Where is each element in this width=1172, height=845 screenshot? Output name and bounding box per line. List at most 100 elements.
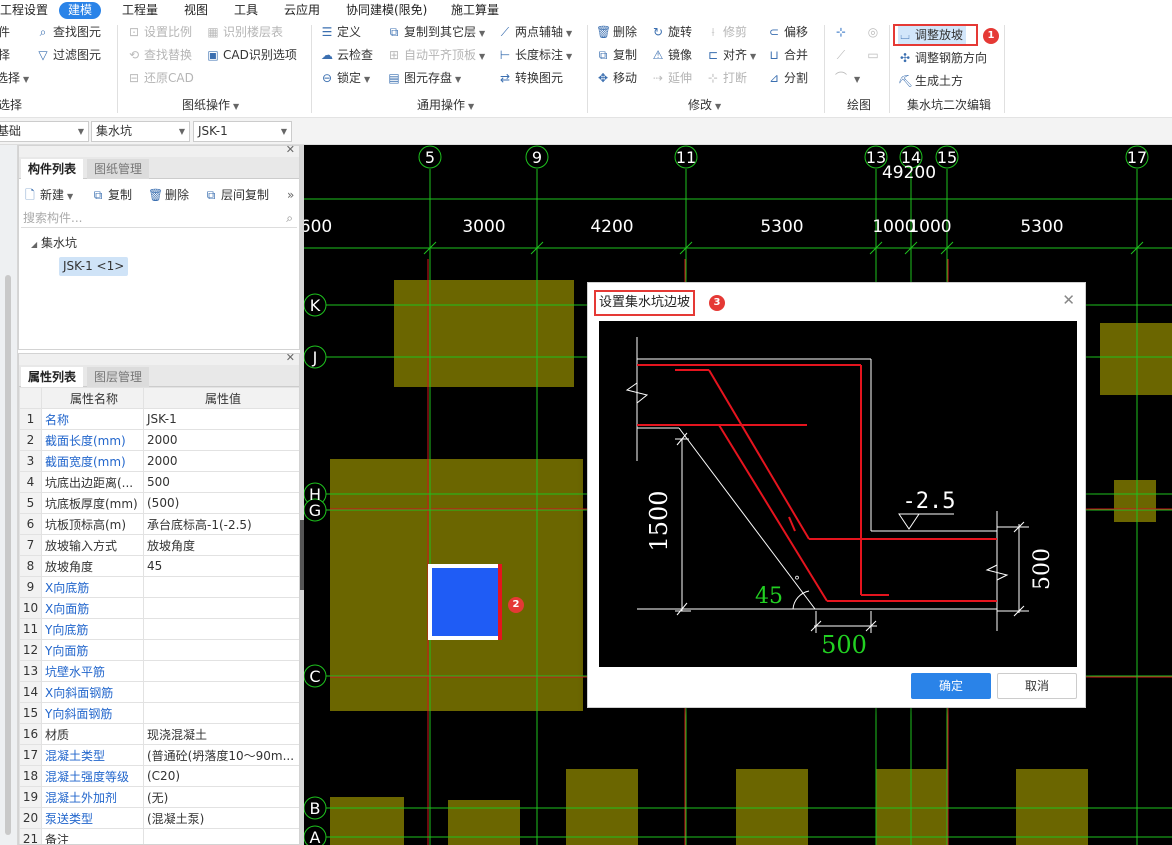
property-row[interactable]: 20 泵送类型 (混凝土泵) — [19, 807, 299, 829]
delete-button[interactable]: 🗑 删除 — [596, 23, 637, 41]
tree-leaf-jsk1[interactable]: JSK-1 <1> — [59, 257, 129, 276]
two-point-axis-button[interactable]: ⟋ 两点辅轴 ▼ — [498, 23, 572, 41]
property-value[interactable]: 现浇混凝土 — [143, 723, 299, 745]
tree-node-pit[interactable]: ◢ 集水坑 — [31, 234, 77, 251]
tab-drawing-management[interactable]: 图纸管理 — [87, 159, 150, 179]
tab-property-list[interactable]: 属性列表 — [21, 367, 84, 387]
property-value[interactable] — [143, 681, 299, 703]
property-row[interactable]: 3 截面宽度(mm) 2000 — [19, 450, 299, 472]
find-element-button[interactable]: ⌕ 查找图元 — [36, 23, 101, 41]
lock-button[interactable]: ⊖ 锁定 ▼ — [320, 69, 370, 87]
copy-to-other-floor-button[interactable]: ⧉ 复制到其它层 ▼ — [387, 23, 485, 41]
property-value[interactable]: (普通砼(坍落度10～90m... — [143, 744, 299, 766]
property-value[interactable] — [143, 639, 299, 661]
restore-cad-button[interactable]: ⊟ 还原CAD — [127, 69, 194, 87]
property-value[interactable]: 45 — [143, 555, 299, 577]
cloud-check-button[interactable]: ☁ 云检查 — [320, 46, 373, 64]
new-component-button[interactable]: 🗋 新建 ▼ — [23, 186, 73, 204]
property-row[interactable]: 10 X向面筋 — [19, 597, 299, 619]
menu-project-settings[interactable]: 工程设置 — [0, 2, 48, 19]
ok-button[interactable]: 确定 — [911, 673, 991, 699]
identify-floor-table-button[interactable]: ▦ 识别楼层表 — [206, 23, 283, 41]
property-row[interactable]: 18 混凝土强度等级 (C20) — [19, 765, 299, 787]
generate-earthwork-button[interactable]: ⛏ 生成土方 — [898, 72, 963, 90]
rectangle-draw-icon[interactable]: ▭ — [866, 46, 883, 64]
property-value[interactable]: (混凝土泵) — [143, 807, 299, 829]
align-button[interactable]: ⊏ 对齐 ▼ — [706, 46, 756, 64]
property-value[interactable] — [143, 828, 299, 844]
extend-button[interactable]: ⇢ 延伸 — [651, 69, 692, 87]
menu-tools[interactable]: 工具 — [234, 2, 258, 19]
selected-pit[interactable] — [428, 564, 502, 640]
property-value[interactable]: (500) — [143, 492, 299, 514]
property-row[interactable]: 13 坑壁水平筋 — [19, 660, 299, 682]
property-row[interactable]: 16 材质 现浇混凝土 — [19, 723, 299, 745]
element-select[interactable]: JSK-1 ▼ — [193, 121, 292, 142]
scrollbar-thumb[interactable] — [5, 275, 11, 835]
delete-component-button[interactable]: 🗑 删除 — [148, 186, 189, 204]
point-draw-icon[interactable]: ⊹ — [834, 23, 851, 41]
property-value[interactable]: (无) — [143, 786, 299, 808]
search-input[interactable]: 搜索构件... ⌕ — [21, 208, 297, 228]
offset-button[interactable]: ⊂ 偏移 — [767, 23, 808, 41]
menu-modeling[interactable]: 建模 — [59, 2, 102, 19]
split-button[interactable]: ⊿ 分割 — [767, 69, 808, 87]
close-icon[interactable]: ✕ — [1062, 291, 1075, 309]
rotate-button[interactable]: ↻ 旋转 — [651, 23, 692, 41]
move-button[interactable]: ✥ 移动 — [596, 69, 637, 87]
property-value[interactable]: JSK-1 — [143, 408, 299, 430]
property-row[interactable]: 7 放坡输入方式 放坡角度 — [19, 534, 299, 556]
property-row[interactable]: 19 混凝土外加剂 (无) — [19, 786, 299, 808]
save-element-button[interactable]: ▤ 图元存盘 ▼ — [387, 69, 461, 87]
auto-align-top-button[interactable]: ⊞ 自动平齐顶板 ▼ — [387, 46, 485, 64]
cad-options-button[interactable]: ▣ CAD识别选项 — [206, 46, 297, 64]
property-row[interactable]: 2 截面长度(mm) 2000 — [19, 429, 299, 451]
category-select[interactable]: 集水坑 ▼ — [91, 121, 190, 142]
adjust-rebar-direction-button[interactable]: ✣ 调整钢筋方向 — [898, 49, 987, 67]
copy-button[interactable]: ⧉ 复制 — [596, 46, 637, 64]
convert-element-button[interactable]: ⇄ 转换图元 — [498, 69, 563, 87]
mirror-button[interactable]: ⚠ 镜像 — [651, 46, 692, 64]
cancel-button[interactable]: 取消 — [997, 673, 1077, 699]
rotate-point-icon[interactable]: ◎ — [866, 23, 883, 41]
property-row[interactable]: 5 坑底板厚度(mm) (500) — [19, 492, 299, 514]
menu-quantity[interactable]: 工程量 — [122, 2, 158, 19]
property-row[interactable]: 15 Y向斜面钢筋 — [19, 702, 299, 724]
property-row[interactable]: 1 名称 JSK-1 — [19, 408, 299, 430]
ribbon-select-item[interactable]: 择 — [0, 46, 10, 64]
arc-draw-icon[interactable]: ⌒ ▼ — [834, 69, 860, 87]
property-row[interactable]: 17 混凝土类型 (普通砼(坍落度10～90m... — [19, 744, 299, 766]
property-row[interactable]: 21 备注 — [19, 828, 299, 844]
property-row[interactable]: 14 X向斜面钢筋 — [19, 681, 299, 703]
property-row[interactable]: 6 坑板顶标高(m) 承台底标高-1(-2.5) — [19, 513, 299, 535]
trim-button[interactable]: ⟊ 修剪 — [706, 23, 747, 41]
property-value[interactable] — [143, 618, 299, 640]
property-row[interactable]: 9 X向底筋 — [19, 576, 299, 598]
floor-copy-button[interactable]: ⧉ 层间复制 — [204, 186, 269, 204]
property-value[interactable]: (C20) — [143, 765, 299, 787]
property-row[interactable]: 4 坑底出边距离(... 500 — [19, 471, 299, 493]
property-value[interactable]: 2000 — [143, 450, 299, 472]
property-row[interactable]: 8 放坡角度 45 — [19, 555, 299, 577]
property-row[interactable]: 12 Y向面筋 — [19, 639, 299, 661]
property-value[interactable]: 承台底标高-1(-2.5) — [143, 513, 299, 535]
break-button[interactable]: ⊹ 打断 — [706, 69, 747, 87]
floor-select[interactable]: 基础 ▼ — [0, 121, 89, 142]
property-value[interactable] — [143, 660, 299, 682]
line-draw-icon[interactable]: ⟋ — [834, 46, 851, 64]
property-value[interactable] — [143, 576, 299, 598]
menu-cloud[interactable]: 云应用 — [284, 2, 320, 19]
close-icon[interactable]: ✕ — [286, 354, 295, 364]
set-scale-button[interactable]: ⊡ 设置比例 — [127, 23, 192, 41]
more-tools-icon[interactable]: » — [287, 186, 294, 204]
merge-button[interactable]: ⊔ 合并 — [767, 46, 808, 64]
copy-component-button[interactable]: ⧉ 复制 — [91, 186, 132, 204]
close-icon[interactable]: ✕ — [286, 143, 295, 156]
filter-element-button[interactable]: ▽ 过滤图元 — [36, 46, 101, 64]
menu-collab[interactable]: 协同建模(限免) — [346, 2, 427, 19]
length-dim-button[interactable]: ⊢ 长度标注 ▼ — [498, 46, 572, 64]
property-row[interactable]: 11 Y向底筋 — [19, 618, 299, 640]
property-value[interactable]: 放坡角度 — [143, 534, 299, 556]
tab-component-list[interactable]: 构件列表 — [21, 159, 84, 179]
property-value[interactable] — [143, 597, 299, 619]
